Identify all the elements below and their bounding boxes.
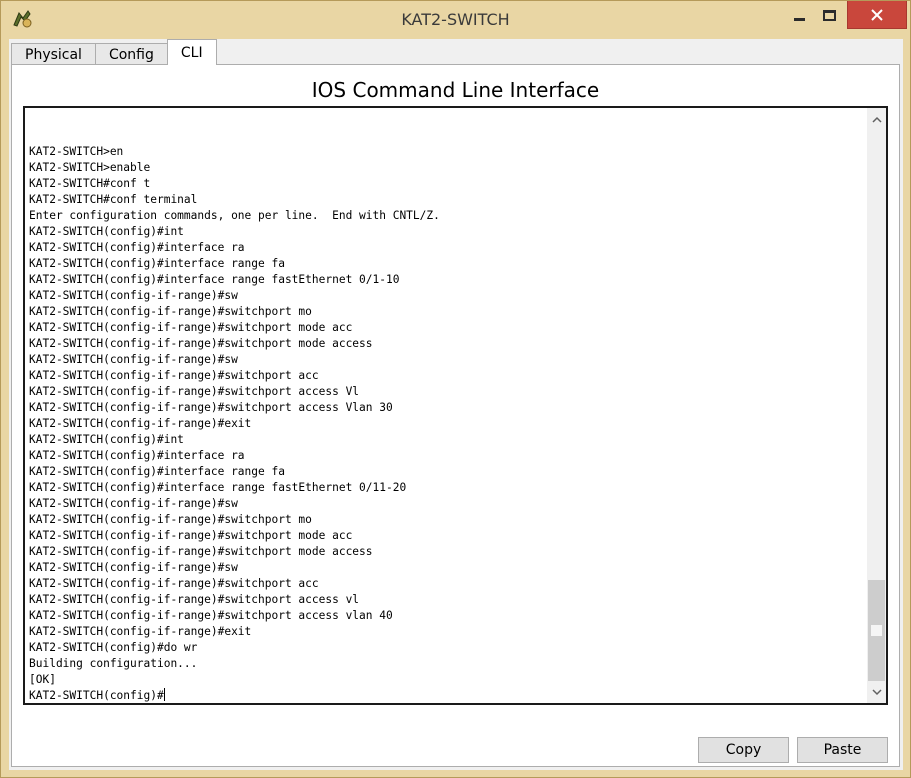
tab-bar: Physical Config CLI bbox=[11, 39, 217, 65]
cli-panel: IOS Command Line Interface KAT2-SWITCH>e… bbox=[11, 64, 900, 767]
title-bar[interactable]: KAT2-SWITCH bbox=[1, 1, 910, 39]
window-title: KAT2-SWITCH bbox=[401, 10, 510, 29]
minimize-button[interactable] bbox=[785, 1, 813, 29]
vertical-scrollbar[interactable] bbox=[867, 108, 886, 703]
text-cursor bbox=[163, 688, 165, 701]
app-window: KAT2-SWITCH Physical Config CLI IOS Comm… bbox=[0, 0, 911, 778]
close-button[interactable] bbox=[847, 1, 907, 29]
maximize-icon bbox=[822, 9, 836, 21]
cli-terminal[interactable]: KAT2-SWITCH>en KAT2-SWITCH>enable KAT2-S… bbox=[23, 106, 888, 705]
chevron-down-icon bbox=[871, 688, 882, 695]
copy-button[interactable]: Copy bbox=[698, 737, 789, 763]
minimize-icon bbox=[793, 17, 805, 21]
maximize-button[interactable] bbox=[815, 1, 843, 29]
chevron-up-icon bbox=[871, 116, 882, 123]
paste-button[interactable]: Paste bbox=[797, 737, 888, 763]
window-client-area: Physical Config CLI IOS Command Line Int… bbox=[9, 39, 903, 770]
tab-physical[interactable]: Physical bbox=[11, 43, 96, 65]
terminal-output[interactable]: KAT2-SWITCH>en KAT2-SWITCH>enable KAT2-S… bbox=[29, 144, 440, 703]
close-icon bbox=[871, 8, 883, 21]
scroll-up-button[interactable] bbox=[867, 110, 886, 128]
scroll-grip bbox=[871, 625, 882, 636]
scroll-down-button[interactable] bbox=[867, 683, 886, 701]
tab-cli[interactable]: CLI bbox=[166, 39, 217, 65]
tab-config[interactable]: Config bbox=[94, 43, 168, 65]
terminal-text: KAT2-SWITCH>en KAT2-SWITCH>enable KAT2-S… bbox=[29, 145, 440, 702]
page-title: IOS Command Line Interface bbox=[311, 78, 600, 102]
scroll-thumb[interactable] bbox=[868, 580, 885, 681]
